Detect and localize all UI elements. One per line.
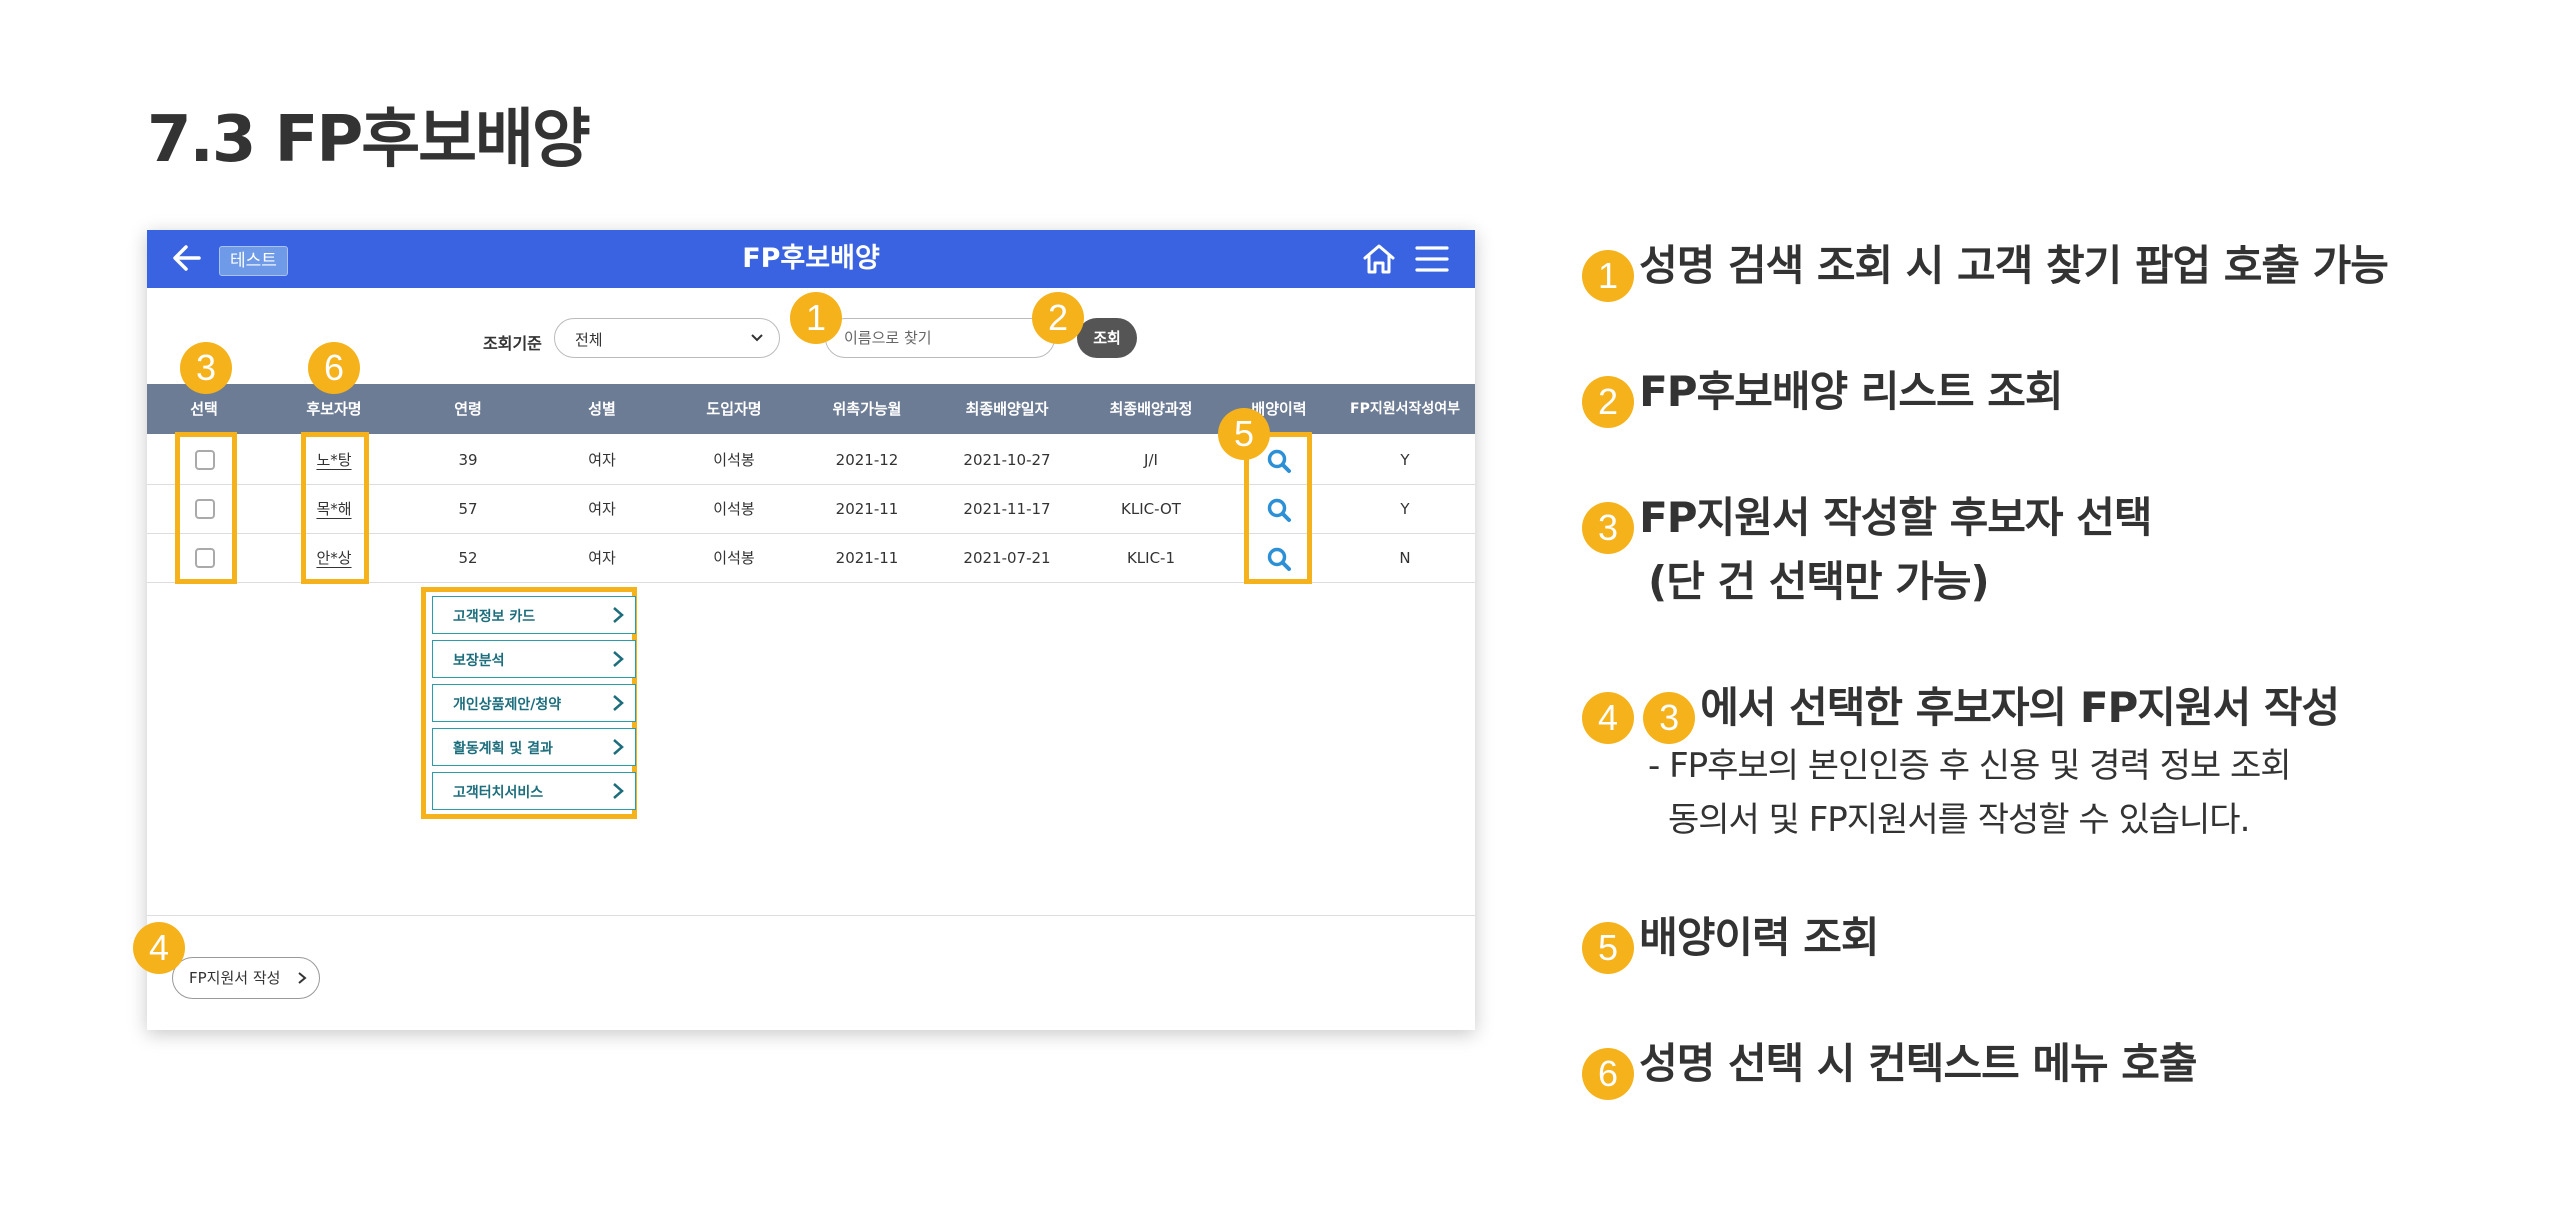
chevron-right-icon bbox=[298, 972, 307, 984]
column-header: FP지원서작성여부 bbox=[1350, 401, 1460, 417]
legend-text: FP지원서 작성할 후보자 선택 bbox=[1639, 493, 2152, 542]
legend-item: 4 3 에서 선택한 후보자의 FP지원서 작성 bbox=[1582, 674, 2340, 744]
filter-label: 조회기준 bbox=[483, 334, 542, 353]
context-menu-item[interactable]: 고객터치서비스 bbox=[432, 772, 636, 810]
column-header: 위촉가능월 bbox=[832, 400, 902, 418]
legend-number: 4 bbox=[1582, 691, 1634, 744]
legend-text: 배양이력 조회 bbox=[1639, 913, 1879, 962]
age-cell: 39 bbox=[458, 451, 478, 469]
column-header: 최종배양일자 bbox=[965, 400, 1049, 418]
app-title: FP후보배양 bbox=[742, 243, 880, 274]
written-cell: N bbox=[1399, 549, 1411, 567]
table-header: 선택 후보자명 연령 성별 도입자명 위촉가능월 최종배양일자 최종배양과정 배… bbox=[147, 384, 1475, 434]
search-input[interactable] bbox=[825, 318, 1055, 358]
course-cell: KLIC-OT bbox=[1121, 500, 1181, 518]
legend-number: 2 bbox=[1582, 375, 1634, 428]
app-screen: FP후보배양 테스트 조회기준 전체 조회 선택 후보자명 연령 성별 도입자명… bbox=[133, 230, 1475, 1030]
gender-cell: 여자 bbox=[588, 451, 616, 469]
month-cell: 2021-11 bbox=[835, 549, 899, 567]
gender-cell: 여자 bbox=[588, 549, 616, 567]
context-menu-label: 고객터치서비스 bbox=[453, 785, 544, 801]
legend-item: 3 FP지원서 작성할 후보자 선택 bbox=[1582, 484, 2152, 554]
legend-item: 5 배양이력 조회 bbox=[1582, 904, 1880, 974]
written-cell: Y bbox=[1400, 451, 1410, 469]
page-title: 7.3 FP후보배양 bbox=[147, 103, 591, 177]
context-menu-item[interactable]: 고객정보 카드 bbox=[432, 596, 636, 634]
legend-text: 에서 선택한 후보자의 FP지원서 작성 bbox=[1700, 683, 2340, 732]
recruiter-cell: 이석봉 bbox=[713, 451, 755, 469]
chevron-right-icon bbox=[613, 783, 624, 799]
legend-text: FP후보배양 리스트 조회 bbox=[1639, 367, 2063, 416]
marker-4: 4 bbox=[133, 922, 185, 974]
divider bbox=[147, 915, 1475, 916]
context-menu-item[interactable]: 보장분석 bbox=[432, 640, 636, 678]
recruiter-cell: 이석봉 bbox=[713, 500, 755, 518]
context-menu-label: 고객정보 카드 bbox=[453, 609, 536, 625]
checkbox-highlight bbox=[175, 432, 237, 584]
legend-ref-number: 3 bbox=[1643, 691, 1696, 744]
gender-cell: 여자 bbox=[588, 500, 616, 518]
age-cell: 52 bbox=[458, 549, 478, 567]
recruiter-cell: 이석봉 bbox=[713, 549, 755, 567]
column-header: 연령 bbox=[454, 400, 482, 418]
context-menu-item[interactable]: 활동계획 및 결과 bbox=[432, 728, 636, 766]
legend-number: 1 bbox=[1582, 249, 1634, 302]
fp-application-button[interactable]: FP지원서 작성 bbox=[172, 957, 320, 999]
menu-icon[interactable] bbox=[1415, 244, 1449, 274]
context-menu-label: 개인상품제안/청약 bbox=[453, 697, 562, 713]
back-arrow-icon[interactable] bbox=[169, 240, 205, 276]
column-header: 도입자명 bbox=[706, 400, 762, 418]
legend-text: 성명 검색 조회 시 고객 찾기 팝업 호출 가능 bbox=[1639, 241, 2389, 290]
chevron-right-icon bbox=[613, 695, 624, 711]
column-header: 최종배양과정 bbox=[1109, 400, 1193, 418]
course-cell: KLIC-1 bbox=[1126, 549, 1176, 567]
home-icon[interactable] bbox=[1361, 242, 1397, 276]
chevron-down-icon bbox=[751, 334, 763, 342]
filter-select[interactable]: 전체 bbox=[554, 318, 780, 358]
marker-2: 2 bbox=[1032, 292, 1084, 344]
test-badge: 테스트 bbox=[219, 246, 288, 276]
marker-1: 1 bbox=[790, 292, 842, 344]
legend-item: 1 성명 검색 조회 시 고객 찾기 팝업 호출 가능 bbox=[1582, 232, 2389, 302]
name-highlight bbox=[301, 432, 369, 584]
chevron-right-icon bbox=[613, 607, 624, 623]
marker-3: 3 bbox=[180, 342, 232, 394]
context-menu: 고객정보 카드 보장분석 개인상품제안/청약 활동계획 및 결과 고객터치서비스 bbox=[421, 587, 637, 819]
date-cell: 2021-11-17 bbox=[963, 500, 1051, 518]
marker-6: 6 bbox=[308, 342, 360, 394]
filter-select-value: 전체 bbox=[575, 331, 603, 349]
date-cell: 2021-07-21 bbox=[963, 549, 1051, 567]
legend-subtext: - FP후보의 본인인증 후 신용 및 경력 정보 조회 bbox=[1648, 746, 2292, 786]
context-menu-label: 보장분석 bbox=[453, 653, 505, 669]
month-cell: 2021-11 bbox=[835, 500, 899, 518]
fp-application-button-label: FP지원서 작성 bbox=[189, 969, 281, 987]
course-cell: J/I bbox=[1144, 451, 1158, 469]
legend-text: 성명 선택 시 컨텍스트 메뉴 호출 bbox=[1639, 1039, 2197, 1088]
legend-number: 3 bbox=[1582, 501, 1634, 554]
chevron-right-icon bbox=[613, 739, 624, 755]
search-button[interactable]: 조회 bbox=[1077, 318, 1137, 358]
column-header: 성별 bbox=[588, 400, 616, 418]
legend-number: 6 bbox=[1582, 1047, 1634, 1100]
legend-item: 2 FP후보배양 리스트 조회 bbox=[1582, 358, 2064, 428]
month-cell: 2021-12 bbox=[835, 451, 899, 469]
marker-5: 5 bbox=[1218, 408, 1270, 460]
date-cell: 2021-10-27 bbox=[963, 451, 1051, 469]
written-cell: Y bbox=[1400, 500, 1410, 518]
app-bar: FP후보배양 테스트 bbox=[147, 230, 1475, 288]
legend-subtext: 동의서 및 FP지원서를 작성할 수 있습니다. bbox=[1668, 800, 2250, 840]
chevron-right-icon bbox=[613, 651, 624, 667]
context-menu-label: 활동계획 및 결과 bbox=[453, 741, 553, 757]
legend-item: 6 성명 선택 시 컨텍스트 메뉴 호출 bbox=[1582, 1030, 2198, 1100]
legend-number: 5 bbox=[1582, 921, 1634, 974]
legend-text-line2: (단 건 선택만 가능) bbox=[1648, 557, 1990, 606]
context-menu-item[interactable]: 개인상품제안/청약 bbox=[432, 684, 636, 722]
age-cell: 57 bbox=[458, 500, 478, 518]
